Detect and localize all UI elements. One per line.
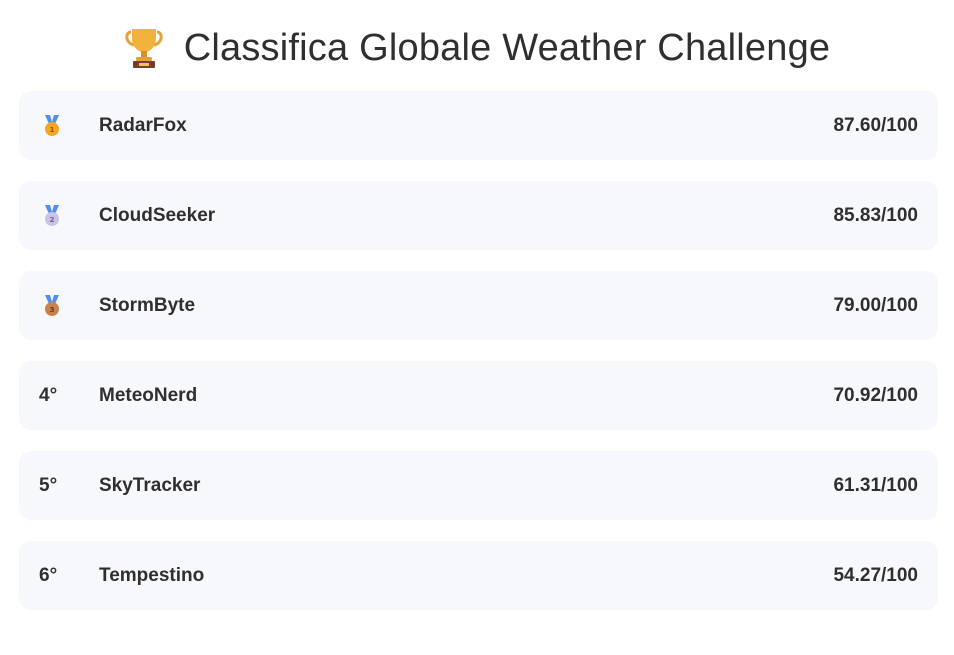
player-score: 79.00/100 — [833, 294, 918, 316]
svg-text:2: 2 — [50, 216, 55, 224]
player-name: Tempestino — [99, 564, 205, 586]
player-name: MeteoNerd — [99, 384, 198, 406]
leaderboard-row: 5° SkyTracker 61.31/100 — [19, 451, 938, 520]
leaderboard-row: 1 RadarFox 87.60/100 — [19, 91, 938, 160]
player-name: RadarFox — [99, 114, 187, 136]
page-title: Classifica Globale Weather Challenge — [183, 26, 831, 69]
player-name: SkyTracker — [99, 474, 201, 496]
rank-label: 6° — [39, 564, 58, 586]
gold-medal-icon: 1 — [45, 114, 59, 136]
player-score: 70.92/100 — [833, 384, 918, 406]
leaderboard-row: 6° Tempestino 54.27/100 — [19, 541, 938, 610]
rank-cell: 1 — [39, 91, 62, 160]
rank-label: 4° — [39, 384, 58, 406]
player-score: 85.83/100 — [833, 204, 918, 226]
leaderboard-list: 1 RadarFox 87.60/100 2 CloudSeeker 85.83… — [19, 91, 938, 631]
player-score: 87.60/100 — [833, 114, 918, 136]
page-header: Classifica Globale Weather Challenge — [0, 22, 954, 74]
player-name: StormByte — [99, 294, 196, 316]
player-score: 54.27/100 — [833, 564, 918, 586]
rank-label: 5° — [39, 474, 58, 496]
leaderboard-row: 2 CloudSeeker 85.83/100 — [19, 181, 938, 250]
bronze-medal-icon: 3 — [45, 294, 59, 316]
rank-cell: 3 — [39, 271, 62, 340]
trophy-icon — [125, 29, 163, 68]
svg-text:3: 3 — [50, 306, 55, 314]
player-name: CloudSeeker — [99, 204, 216, 226]
rank-cell: 2 — [39, 181, 62, 250]
player-score: 61.31/100 — [833, 474, 918, 496]
leaderboard-row: 4° MeteoNerd 70.92/100 — [19, 361, 938, 430]
svg-text:1: 1 — [50, 126, 55, 134]
leaderboard-row: 3 StormByte 79.00/100 — [19, 271, 938, 340]
silver-medal-icon: 2 — [45, 204, 59, 226]
